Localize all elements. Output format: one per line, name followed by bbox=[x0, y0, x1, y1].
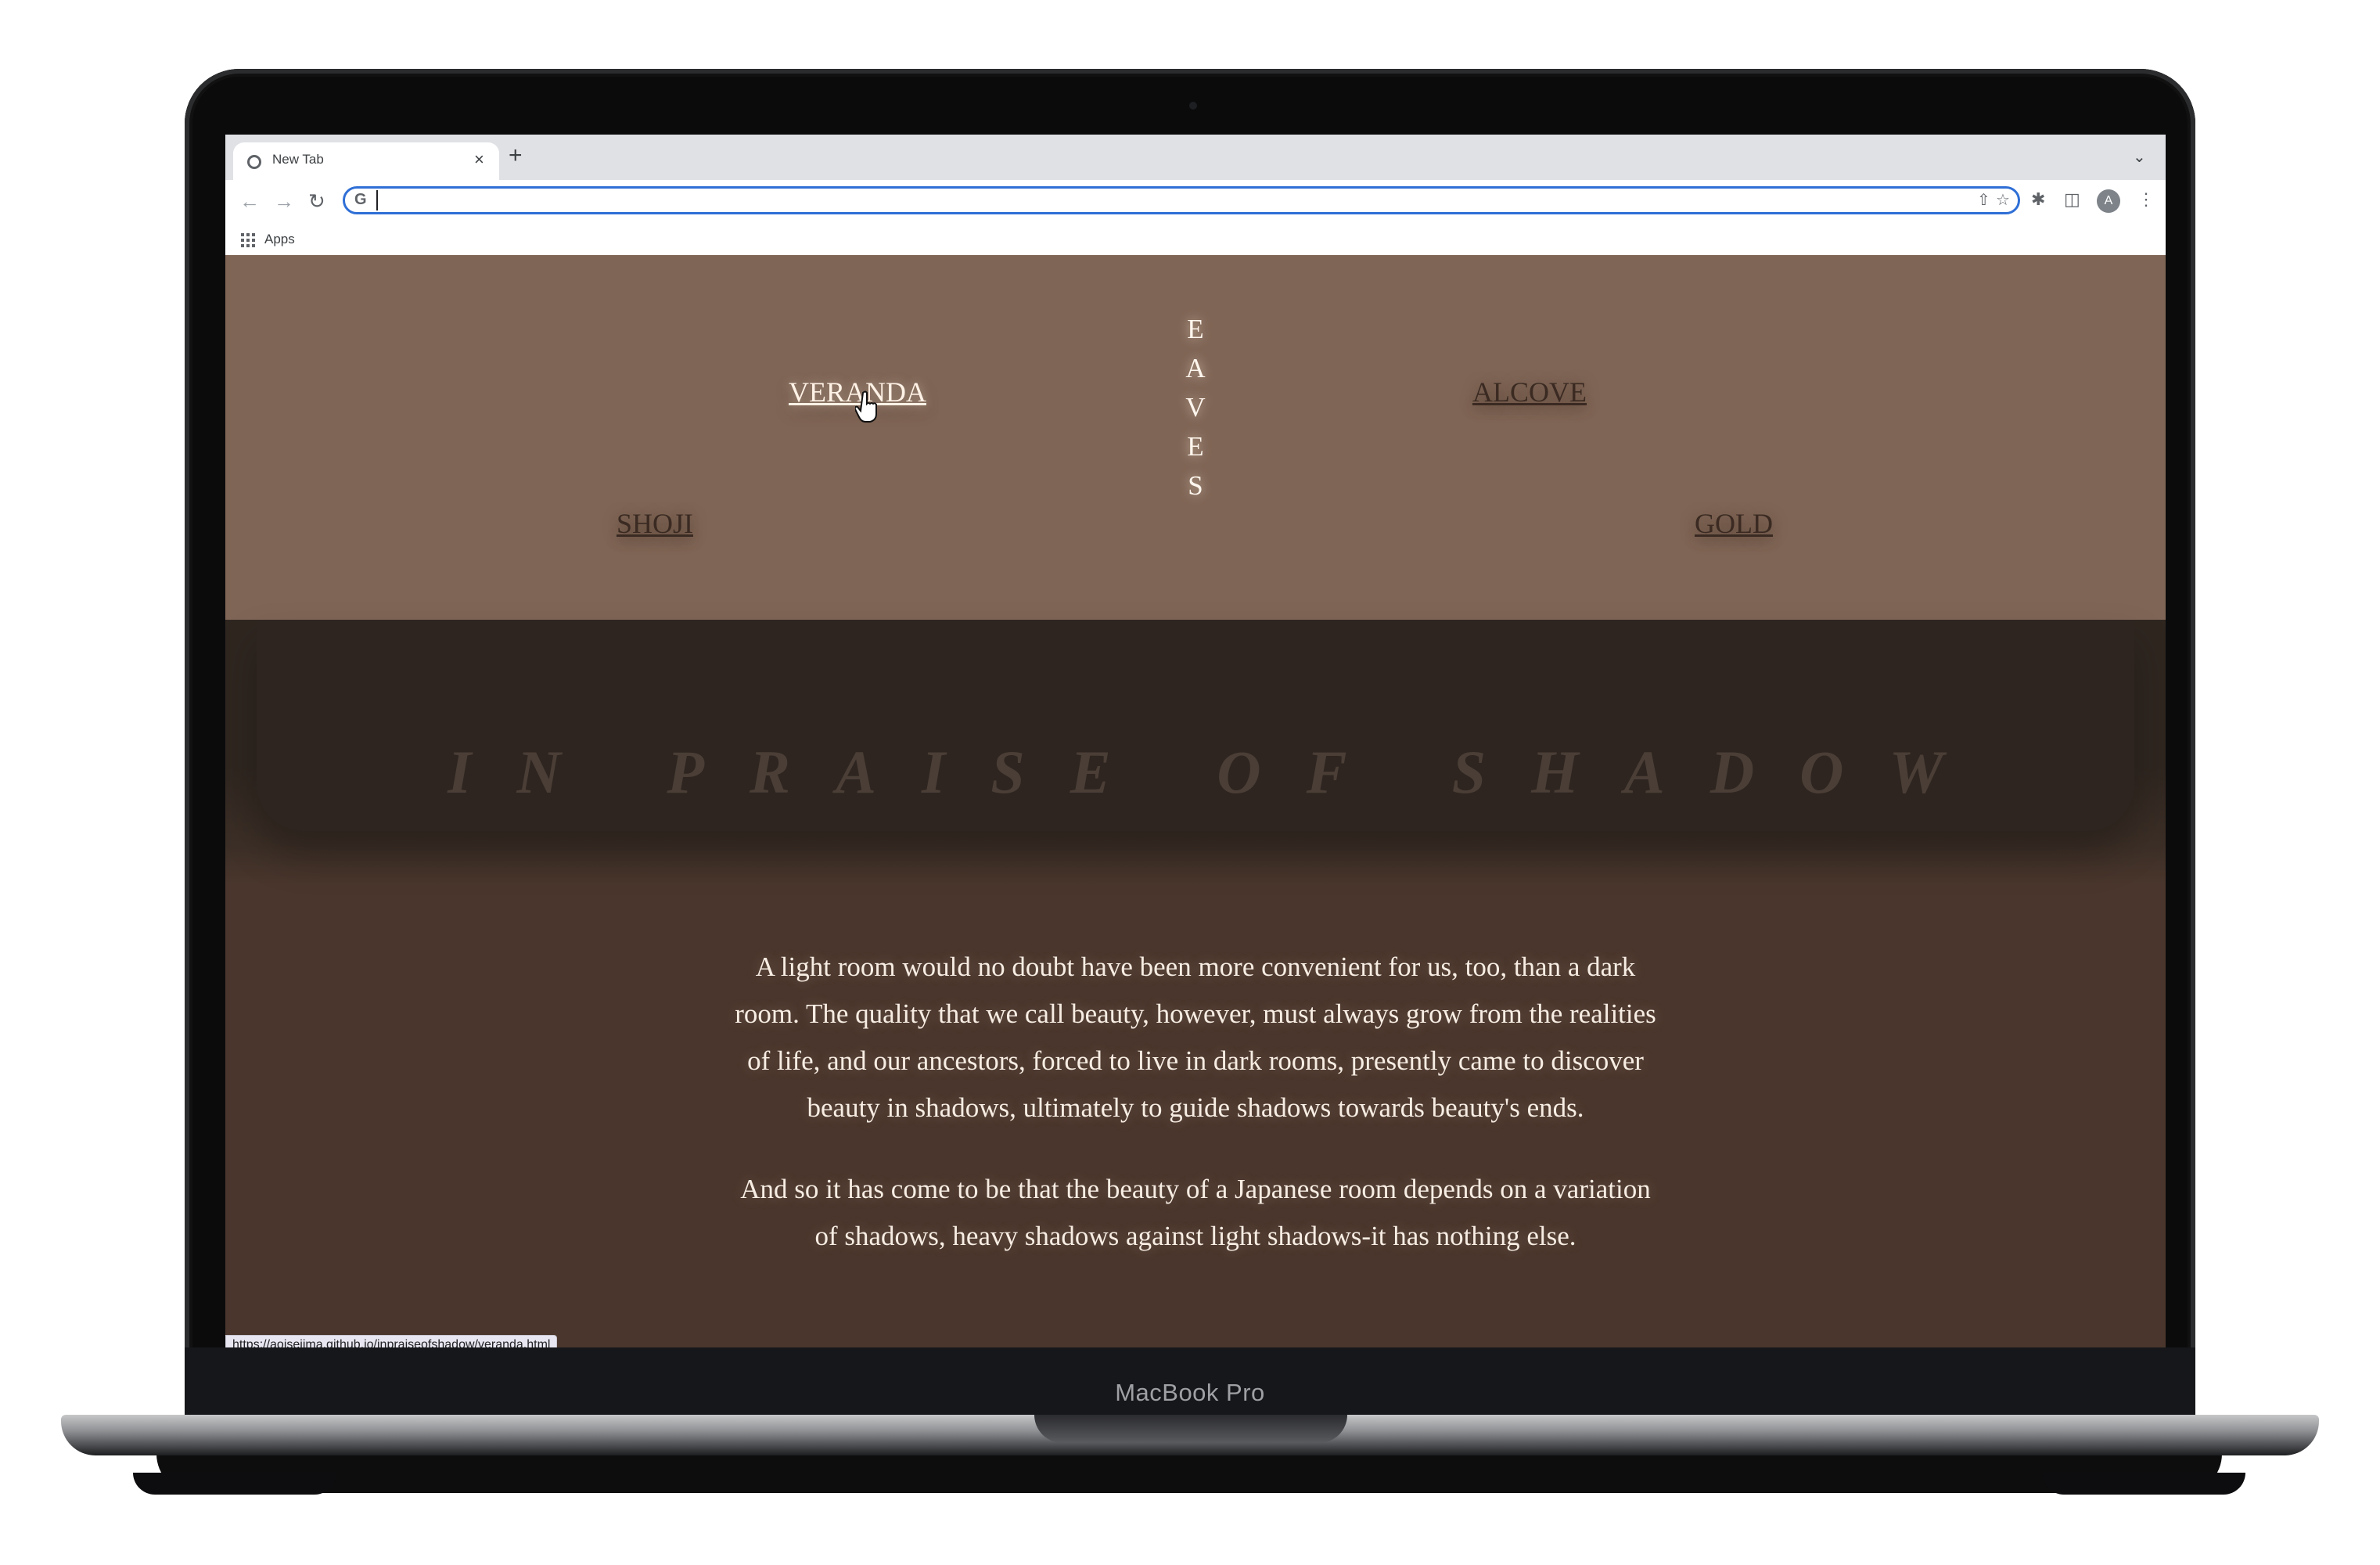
screen: New Tab × + ⌄ ← → ↻ G ⇧ ☆ ✱ ◫ A ⋮ Apps V… bbox=[225, 135, 2166, 1349]
eaves-letter: V bbox=[1185, 392, 1206, 423]
tab-title: New Tab bbox=[272, 152, 324, 167]
nav-link-alcove[interactable]: ALCOVE bbox=[1472, 376, 1587, 408]
title-band: IN PRAISE OF SHADOW bbox=[225, 620, 2166, 886]
nav-link-eaves[interactable]: E A V E S bbox=[1180, 310, 1211, 505]
device-label: MacBook Pro bbox=[1115, 1379, 1265, 1406]
share-icon[interactable]: ⇧ bbox=[1977, 190, 1990, 210]
profile-avatar[interactable]: A bbox=[2097, 189, 2120, 213]
page-navigation: VERANDA SHOJI ALCOVE GOLD E A V E S bbox=[225, 255, 2166, 620]
address-bar[interactable]: G ⇧ ☆ bbox=[343, 186, 2020, 214]
new-tab-button[interactable]: + bbox=[509, 142, 523, 169]
reload-icon[interactable]: ↻ bbox=[308, 188, 325, 214]
hand-pointer-cursor-icon bbox=[855, 390, 877, 423]
page-title: IN PRAISE OF SHADOW bbox=[448, 738, 1989, 806]
extensions-puzzle-icon[interactable]: ✱ bbox=[2031, 189, 2045, 210]
chrome-icon bbox=[247, 155, 261, 169]
laptop-foot bbox=[133, 1473, 336, 1495]
apps-bookmark[interactable]: Apps bbox=[264, 232, 295, 247]
side-panel-icon[interactable]: ◫ bbox=[2064, 189, 2080, 210]
eaves-letter: E bbox=[1187, 431, 1204, 462]
google-g-icon: G bbox=[354, 191, 367, 208]
eaves-letter: E bbox=[1187, 314, 1204, 344]
laptop-foot bbox=[2042, 1473, 2245, 1495]
article-content: A light room would no doubt have been mo… bbox=[726, 944, 1665, 1294]
address-input[interactable] bbox=[376, 190, 1946, 210]
paragraph: A light room would no doubt have been mo… bbox=[735, 952, 1656, 1123]
kebab-menu-icon[interactable]: ⋮ bbox=[2137, 189, 2155, 210]
paragraph: And so it has come to be that the beauty… bbox=[740, 1174, 1651, 1251]
tab-new-tab[interactable]: New Tab × bbox=[233, 142, 499, 180]
laptop-base-shadow bbox=[156, 1454, 2222, 1493]
laptop-hinge-notch bbox=[1034, 1415, 1347, 1443]
back-arrow-icon[interactable]: ← bbox=[239, 188, 260, 214]
eaves-letter: A bbox=[1185, 353, 1206, 383]
bookmark-star-icon[interactable]: ☆ bbox=[1996, 190, 2010, 210]
browser-toolbar: ← → ↻ G ⇧ ☆ ✱ ◫ A ⋮ bbox=[225, 180, 2166, 224]
tab-strip: New Tab × + ⌄ bbox=[225, 135, 2166, 180]
nav-link-gold[interactable]: GOLD bbox=[1695, 507, 1773, 540]
tab-search-chevron-icon[interactable]: ⌄ bbox=[2133, 147, 2146, 167]
tab-close-button[interactable]: × bbox=[474, 149, 484, 170]
bookmarks-bar: Apps bbox=[225, 224, 2166, 256]
eaves-letter: S bbox=[1188, 470, 1203, 501]
forward-arrow-icon[interactable]: → bbox=[274, 188, 294, 214]
apps-grid-icon[interactable] bbox=[241, 233, 255, 247]
nav-link-shoji[interactable]: SHOJI bbox=[617, 507, 693, 540]
web-page: VERANDA SHOJI ALCOVE GOLD E A V E S IN P… bbox=[225, 255, 2166, 1349]
camera-icon bbox=[1189, 102, 1197, 110]
